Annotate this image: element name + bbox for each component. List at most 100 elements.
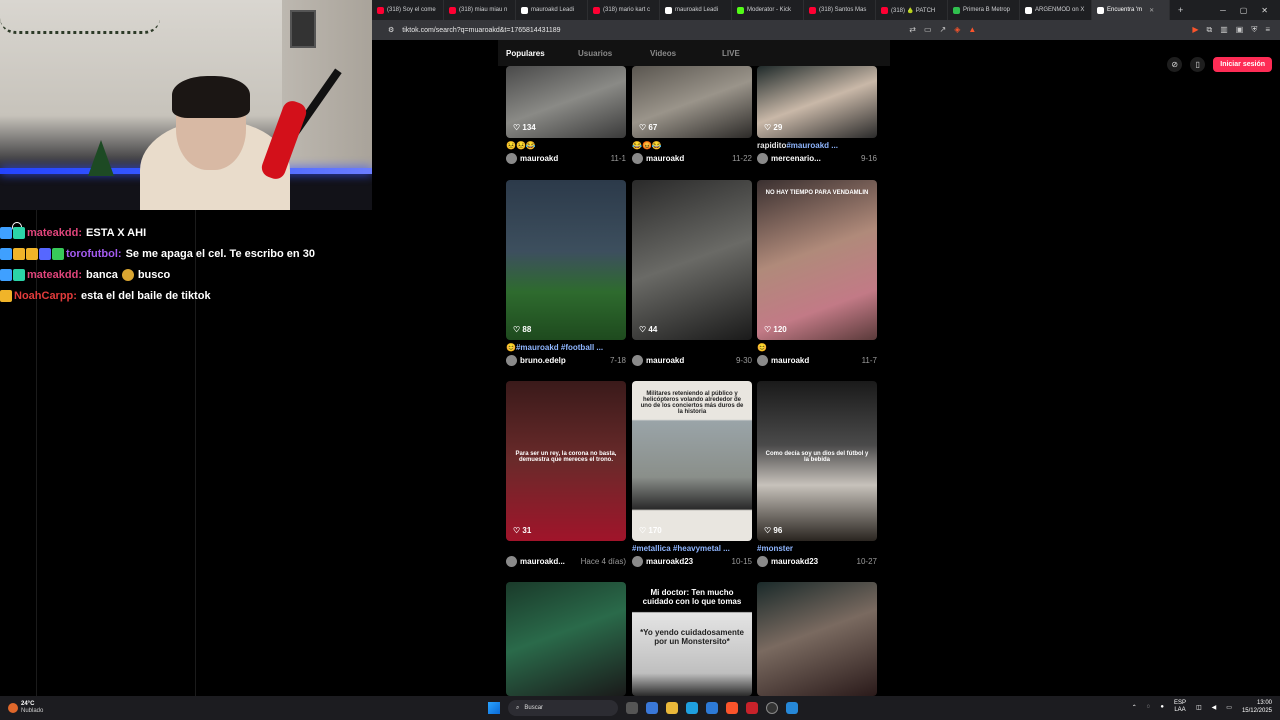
edge-icon[interactable]: [686, 702, 698, 714]
browser-tab[interactable]: (318) 🍐 PATCH: [876, 0, 948, 20]
author-name[interactable]: mauroakd...: [520, 557, 565, 566]
video-card[interactable]: Militares reteniendo al público y helicó…: [632, 381, 752, 567]
url-field[interactable]: tiktok.com/search?q=muaroakd&t=176581443…: [402, 27, 909, 34]
video-thumbnail[interactable]: ♡ 88: [506, 180, 626, 340]
video-card[interactable]: Mi doctor: Ten mucho cuidado con lo que …: [632, 582, 752, 696]
video-thumbnail[interactable]: [757, 582, 877, 696]
author-name[interactable]: mauroakd: [646, 356, 684, 365]
vpn-icon[interactable]: ⛨: [1251, 25, 1257, 35]
tab-close-icon[interactable]: ✕: [1149, 7, 1154, 14]
browser-tab[interactable]: (318) miau miau n: [444, 0, 516, 20]
browser-tab[interactable]: mauroakd Leadi: [516, 0, 588, 20]
battery-icon[interactable]: ▭: [1226, 704, 1232, 711]
chat-username[interactable]: mateakdd:: [27, 227, 82, 239]
avatar[interactable]: [757, 355, 768, 366]
new-tab-button[interactable]: +: [1170, 5, 1191, 15]
mail-icon[interactable]: [706, 702, 718, 714]
search-tab[interactable]: LIVE: [722, 49, 794, 58]
video-card[interactable]: ♡ 44 mauroakd 9-30: [632, 180, 752, 366]
avatar[interactable]: [757, 556, 768, 567]
close-icon[interactable]: ✕: [1261, 6, 1268, 15]
video-thumbnail[interactable]: Mi doctor: Ten mucho cuidado con lo que …: [632, 582, 752, 696]
mic-icon[interactable]: ●: [1160, 704, 1164, 710]
author-name[interactable]: mauroakd23: [646, 557, 693, 566]
browser-tab[interactable]: Moderator - Kick: [732, 0, 804, 20]
video-thumbnail[interactable]: ♡ 134: [506, 66, 626, 138]
network-icon[interactable]: ◫: [1196, 704, 1202, 711]
tray-app-icon[interactable]: ◌: [1147, 704, 1151, 710]
chat-username[interactable]: NoahCarpp:: [14, 290, 77, 302]
video-thumbnail[interactable]: [506, 582, 626, 696]
video-card[interactable]: ♡ 29 rapidito#mauroakd ... mercenario... 9-…: [757, 66, 877, 164]
video-thumbnail[interactable]: Para ser un rey, la corona no basta, dem…: [506, 381, 626, 541]
avatar[interactable]: [757, 153, 768, 164]
taskbar-search[interactable]: ⌕ Buscar: [508, 700, 618, 716]
wallet-icon[interactable]: ▣: [1236, 25, 1244, 35]
brave-rewards-icon[interactable]: ▲: [968, 25, 976, 35]
browser-tab[interactable]: (318) Soy el come: [372, 0, 444, 20]
menu-icon[interactable]: ≡: [1265, 25, 1270, 35]
video-card[interactable]: [506, 582, 626, 696]
weather-widget[interactable]: 24°C Nublado: [0, 701, 120, 715]
video-thumbnail[interactable]: ♡ 29: [757, 66, 877, 138]
clock[interactable]: 13:00 15/12/2025: [1242, 699, 1272, 715]
compass-icon[interactable]: ⊘: [1167, 57, 1183, 72]
search-tab[interactable]: Populares: [506, 49, 578, 58]
minimize-icon[interactable]: ─: [1220, 6, 1226, 15]
chat-username[interactable]: torofutbol:: [66, 248, 122, 260]
file-explorer-icon[interactable]: [666, 702, 678, 714]
task-view-icon[interactable]: [626, 702, 638, 714]
avatar[interactable]: [506, 355, 517, 366]
browser-tab[interactable]: Encuentra 'm ✕: [1092, 0, 1170, 20]
avatar[interactable]: [632, 355, 643, 366]
author-name[interactable]: mauroakd: [520, 154, 558, 163]
chat-username[interactable]: mateakdd:: [27, 269, 82, 281]
browser-tab[interactable]: mauroakd Leadi: [660, 0, 732, 20]
video-card[interactable]: NO HAY TIEMPO PARA VENDAMLIN ♡ 120 😊 mauroa…: [757, 180, 877, 366]
translate-icon[interactable]: ⇄: [909, 25, 916, 35]
video-thumbnail[interactable]: ♡ 44: [632, 180, 752, 340]
phone-icon[interactable]: ▯: [1190, 57, 1206, 72]
widgets-icon[interactable]: [646, 702, 658, 714]
site-info-icon[interactable]: ⚙: [388, 26, 394, 34]
video-thumbnail[interactable]: ♡ 67: [632, 66, 752, 138]
tray-chevron-icon[interactable]: ⌃: [1132, 704, 1137, 711]
video-thumbnail[interactable]: Militares reteniendo al público y helicó…: [632, 381, 752, 541]
volume-icon[interactable]: ◀: [1212, 704, 1217, 711]
maximize-icon[interactable]: ▢: [1240, 6, 1248, 15]
avatar[interactable]: [632, 556, 643, 567]
browser-tab[interactable]: Primera B Metrop: [948, 0, 1020, 20]
extensions-icon[interactable]: ⧉: [1206, 25, 1212, 35]
brave-shield-icon[interactable]: ◈: [954, 25, 960, 35]
calendar-icon[interactable]: [746, 702, 758, 714]
caption-hashtags[interactable]: #metallica #heavymetal ...: [632, 544, 730, 553]
author-name[interactable]: mauroakd23: [771, 557, 818, 566]
caption-hashtags[interactable]: #mauroakd #football ...: [516, 343, 603, 352]
sidebar-icon[interactable]: ▥: [1220, 25, 1228, 35]
video-thumbnail[interactable]: NO HAY TIEMPO PARA VENDAMLIN ♡ 120: [757, 180, 877, 340]
share-icon[interactable]: ↗: [940, 25, 947, 35]
start-icon[interactable]: [488, 702, 500, 714]
browser-tab[interactable]: (318) mario kart c: [588, 0, 660, 20]
browser-tab[interactable]: ARGENMOD on X: [1020, 0, 1092, 20]
video-card[interactable]: ♡ 67 😂😡😂 mauroakd 11-22: [632, 66, 752, 164]
caption-hashtags[interactable]: #mauroakd ...: [786, 141, 838, 150]
author-name[interactable]: mercenario...: [771, 154, 821, 163]
cast-icon[interactable]: ▭: [924, 25, 932, 35]
obs-icon[interactable]: [766, 702, 778, 714]
video-thumbnail[interactable]: Como decía soy un dios del fútbol y la b…: [757, 381, 877, 541]
video-card[interactable]: ♡ 134 😣😣😂 mauroakd 11-1: [506, 66, 626, 164]
avatar[interactable]: [506, 153, 517, 164]
caption-hashtags[interactable]: #monster: [757, 544, 793, 553]
video-card[interactable]: Para ser un rey, la corona no basta, dem…: [506, 381, 626, 567]
language-indicator[interactable]: ESP LAA: [1174, 700, 1186, 714]
brave-leo-icon[interactable]: ▶: [1192, 25, 1198, 35]
video-card[interactable]: [757, 582, 877, 696]
login-button[interactable]: Iniciar sesión: [1213, 57, 1272, 72]
search-tab[interactable]: Usuarios: [578, 49, 650, 58]
video-card[interactable]: Como decía soy un dios del fútbol y la b…: [757, 381, 877, 567]
author-name[interactable]: bruno.edelp: [520, 356, 566, 365]
avatar[interactable]: [632, 153, 643, 164]
author-name[interactable]: mauroakd: [646, 154, 684, 163]
app-icon[interactable]: [786, 702, 798, 714]
